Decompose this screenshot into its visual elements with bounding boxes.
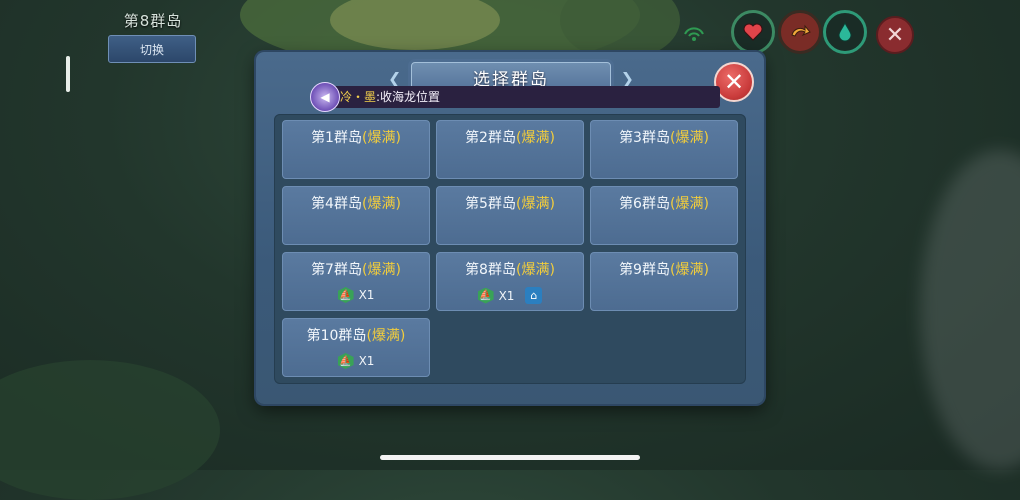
announcement-bar: 冷・墨:收海龙位置	[318, 86, 720, 108]
announcement-sender: 冷・墨	[340, 90, 377, 104]
island-name: 第9群岛	[619, 262, 670, 278]
island-status: (爆满)	[515, 262, 555, 278]
boat-icon: ⛵	[337, 287, 354, 303]
island-card[interactable]: 第9群岛(爆满)	[590, 252, 738, 311]
boat-icon: ⛵	[337, 353, 354, 369]
heart-icon	[743, 23, 763, 41]
island-icons: ⛵ X1 ⌂	[437, 287, 583, 304]
island-card[interactable]: 第7群岛(爆满) ⛵ X1	[282, 252, 430, 311]
island-label: 第8群岛(爆满)	[437, 259, 583, 279]
island-card[interactable]: 第1群岛(爆满)	[282, 120, 430, 179]
island-status: (爆满)	[515, 196, 555, 212]
island-name: 第7群岛	[311, 262, 362, 278]
switch-island-button[interactable]: 切换	[108, 35, 196, 63]
signal-icon	[684, 27, 704, 41]
island-card[interactable]: 第10群岛(爆满) ⛵ X1	[282, 318, 430, 377]
swap-button[interactable]	[778, 10, 822, 54]
select-island-dialog: ❮ 选择群岛 ❯ ✕ 冷・墨:收海龙位置 ◀ 第1群岛(爆满) 第2群岛(爆满) 第…	[256, 52, 764, 404]
boat-count: X1	[498, 288, 515, 303]
island-icons: ⛵ X1	[283, 287, 429, 303]
island-card[interactable]: 第6群岛(爆满)	[590, 186, 738, 245]
island-label: 第3群岛(爆满)	[591, 127, 737, 147]
home-indicator[interactable]	[380, 455, 640, 460]
boat-count: X1	[358, 288, 375, 302]
current-island-label: 第8群岛	[123, 12, 183, 30]
announcement-text: 冷・墨:收海龙位置	[340, 88, 440, 105]
island-status: (爆满)	[361, 196, 401, 212]
megaphone-icon: ◀	[310, 82, 340, 112]
announcement-message: :收海龙位置	[376, 90, 441, 104]
island-status: (爆满)	[669, 196, 709, 212]
island-label: 第5群岛(爆满)	[437, 193, 583, 213]
island-status: (爆满)	[361, 262, 401, 278]
island-name: 第10群岛	[306, 328, 367, 344]
island-name: 第6群岛	[619, 196, 670, 212]
island-status: (爆满)	[669, 130, 709, 146]
island-label: 第2群岛(爆满)	[437, 127, 583, 147]
island-card[interactable]: 第5群岛(爆满)	[436, 186, 584, 245]
island-label: 第1群岛(爆满)	[283, 127, 429, 147]
island-label: 第4群岛(爆满)	[283, 193, 429, 213]
island-name: 第8群岛	[465, 262, 516, 278]
island-name: 第4群岛	[311, 196, 362, 212]
water-drop-icon	[838, 22, 852, 42]
island-name: 第5群岛	[465, 196, 516, 212]
island-card[interactable]: 第2群岛(爆满)	[436, 120, 584, 179]
hud-close-button[interactable]: ✕	[876, 16, 914, 54]
island-label: 第6群岛(爆满)	[591, 193, 737, 213]
island-label: 第7群岛(爆满)	[283, 259, 429, 279]
island-label: 第9群岛(爆满)	[591, 259, 737, 279]
island-name: 第1群岛	[311, 130, 362, 146]
water-button[interactable]	[823, 10, 867, 54]
boat-count: X1	[358, 354, 375, 368]
map-fog	[920, 150, 1020, 470]
home-icon: ⌂	[525, 287, 543, 304]
island-label: 第10群岛(爆满)	[283, 325, 429, 345]
island-icons: ⛵ X1	[283, 353, 429, 369]
island-card[interactable]: 第4群岛(爆满)	[282, 186, 430, 245]
island-name: 第3群岛	[619, 130, 670, 146]
island-grid: 第1群岛(爆满) 第2群岛(爆满) 第3群岛(爆满) 第4群岛(爆满) 第5群岛(爆满)…	[274, 114, 746, 384]
island-card[interactable]: 第3群岛(爆满)	[590, 120, 738, 179]
map-terrain	[0, 360, 220, 500]
island-status: (爆满)	[361, 130, 401, 146]
side-drawer-handle[interactable]	[66, 56, 70, 92]
island-status: (爆满)	[669, 262, 709, 278]
heart-button[interactable]	[731, 10, 775, 54]
swap-arrow-icon	[791, 24, 811, 37]
boat-icon: ⛵	[477, 287, 494, 304]
island-name: 第2群岛	[465, 130, 516, 146]
island-status: (爆满)	[366, 328, 406, 344]
island-status: (爆满)	[515, 130, 555, 146]
island-card[interactable]: 第8群岛(爆满) ⛵ X1 ⌂	[436, 252, 584, 311]
dialog-close-button[interactable]: ✕	[714, 62, 754, 102]
